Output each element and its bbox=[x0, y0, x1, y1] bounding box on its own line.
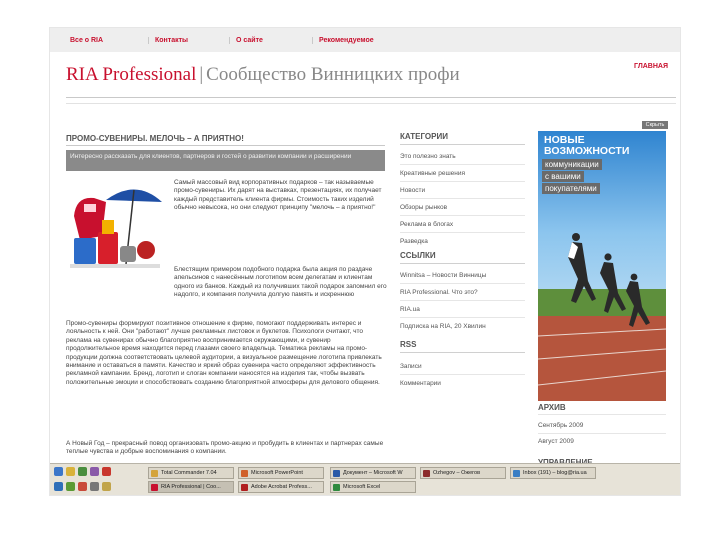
task-word[interactable]: Документ – Microsoft W bbox=[330, 467, 416, 479]
promo-souvenirs-image bbox=[66, 176, 166, 276]
site-title[interactable]: RIA Professional | Сообщество Винницких пр… bbox=[66, 64, 460, 86]
links-heading: ССЫЛКИ bbox=[400, 251, 436, 260]
categories-rule bbox=[400, 144, 525, 145]
nav-contacts[interactable]: Контакты bbox=[148, 37, 188, 44]
category-link[interactable]: Это полезно знать bbox=[400, 153, 456, 160]
powerpoint-icon bbox=[241, 470, 248, 477]
task-powerpoint[interactable]: Microsoft PowerPoint bbox=[238, 467, 324, 479]
browser-viewport: Все о RIA Контакты О сайте Рекомендуемое… bbox=[50, 28, 680, 495]
brand-name[interactable]: RIA Professional bbox=[66, 64, 196, 85]
nav-about[interactable]: Все о RIA bbox=[70, 37, 103, 44]
task-ozhegov[interactable]: Ozhegov – Ожегов bbox=[420, 467, 506, 479]
quicklaunch-folder-icon[interactable] bbox=[66, 467, 75, 476]
task-acrobat[interactable]: Adobe Acrobat Profess... bbox=[238, 481, 324, 493]
quicklaunch-explorer-icon[interactable] bbox=[102, 482, 111, 491]
quicklaunch-ie-icon[interactable] bbox=[54, 467, 63, 476]
ad-line-3: покупателями bbox=[542, 183, 600, 194]
archive-heading: АРХИВ bbox=[538, 403, 566, 412]
word-icon bbox=[333, 470, 340, 477]
rss-heading: RSS bbox=[400, 340, 417, 349]
title-separator: | bbox=[199, 64, 204, 85]
ad-line-2: с вашими bbox=[542, 171, 584, 182]
quicklaunch-messenger-icon[interactable] bbox=[66, 482, 75, 491]
post-paragraph-1: Самый массовый вид корпоративных подарко… bbox=[174, 179, 382, 212]
category-divider bbox=[400, 215, 525, 216]
mail-icon bbox=[513, 470, 520, 477]
rss-link-posts[interactable]: Записи bbox=[400, 363, 422, 370]
categories-heading: КАТЕГОРИИ bbox=[400, 132, 448, 141]
post-paragraph-4: А Новый Год – прекрасный повод организов… bbox=[66, 440, 384, 456]
nav-site[interactable]: О сайте bbox=[229, 37, 263, 44]
post-paragraph-2: Блестящим примером подобного подарка был… bbox=[174, 266, 387, 300]
nav-recommended[interactable]: Рекомендуемое bbox=[312, 37, 374, 44]
task-total-commander[interactable]: Total Commander 7.04 bbox=[148, 467, 234, 479]
category-divider bbox=[400, 164, 525, 165]
category-divider bbox=[400, 198, 525, 199]
task-excel[interactable]: Microsoft Excel bbox=[330, 481, 416, 493]
category-divider bbox=[400, 232, 525, 233]
windows-taskbar: Total Commander 7.04 Microsoft PowerPoin… bbox=[50, 463, 680, 495]
sidebar-link[interactable]: RIA.ua bbox=[400, 306, 420, 313]
links-rule bbox=[400, 263, 525, 264]
sidebar-link[interactable]: RIA Professional. Что это? bbox=[400, 289, 478, 296]
category-link[interactable]: Новости bbox=[400, 187, 425, 194]
advert-banner[interactable]: НОВЫЕ ВОЗМОЖНОСТИ коммуникации с вашими … bbox=[538, 131, 666, 401]
ad-headline: НОВЫЕ ВОЗМОЖНОСТИ bbox=[544, 134, 630, 157]
excel-icon bbox=[333, 484, 340, 491]
acrobat-icon bbox=[241, 484, 248, 491]
quicklaunch-app-icon[interactable] bbox=[102, 467, 111, 476]
link-divider bbox=[400, 300, 525, 301]
link-divider bbox=[400, 283, 525, 284]
rss-divider bbox=[400, 374, 525, 375]
link-divider bbox=[400, 317, 525, 318]
ad-hide-button[interactable]: Скрыть bbox=[642, 121, 668, 129]
quicklaunch-mail-icon[interactable] bbox=[54, 482, 63, 491]
category-link[interactable]: Креативные решения bbox=[400, 170, 465, 177]
ad-line-1: коммуникации bbox=[542, 159, 602, 170]
archive-divider bbox=[538, 433, 666, 434]
browser-icon bbox=[151, 484, 158, 491]
rss-rule bbox=[400, 352, 525, 353]
top-nav: Все о RIA Контакты О сайте Рекомендуемое bbox=[50, 28, 680, 52]
total-commander-icon bbox=[151, 470, 158, 477]
task-inbox[interactable]: Inbox (191) – blog@ria.ua bbox=[510, 467, 596, 479]
header-divider bbox=[66, 97, 676, 98]
post-paragraph-3: Промо-сувениры формируют позитивное отно… bbox=[66, 320, 382, 386]
dictionary-icon bbox=[423, 470, 430, 477]
rss-link-comments[interactable]: Комментарии bbox=[400, 380, 441, 387]
archive-link[interactable]: Август 2009 bbox=[538, 438, 574, 445]
category-link[interactable]: Обзоры рынков bbox=[400, 204, 447, 211]
category-link[interactable]: Реклама в блогах bbox=[400, 221, 453, 228]
post-title[interactable]: ПРОМО-СУВЕНИРЫ. МЕЛОЧЬ – А ПРИЯТНО! bbox=[66, 134, 244, 143]
archive-rule bbox=[538, 414, 666, 415]
task-browser-ria[interactable]: RIA Professional | Соо... bbox=[148, 481, 234, 493]
quicklaunch-desktop-icon[interactable] bbox=[78, 467, 87, 476]
category-divider bbox=[400, 181, 525, 182]
site-subtitle: Сообщество Винницких профи bbox=[206, 64, 460, 85]
quicklaunch-opera-icon[interactable] bbox=[78, 482, 87, 491]
archive-link[interactable]: Сентябрь 2009 bbox=[538, 422, 583, 429]
quicklaunch-media-icon[interactable] bbox=[90, 467, 99, 476]
quicklaunch-settings-icon[interactable] bbox=[90, 482, 99, 491]
sidebar-link[interactable]: Winnitsa – Новости Винницы bbox=[400, 272, 486, 279]
header-divider-2 bbox=[66, 103, 676, 104]
category-link[interactable]: Разведка bbox=[400, 238, 428, 245]
home-link[interactable]: ГЛАВНАЯ bbox=[634, 63, 668, 70]
sidebar-link[interactable]: Подписка на RIA, 20 Хвилин bbox=[400, 323, 486, 330]
post-lead: Интересно рассказать для клиентов, партн… bbox=[66, 150, 385, 171]
post-title-rule bbox=[66, 145, 385, 146]
